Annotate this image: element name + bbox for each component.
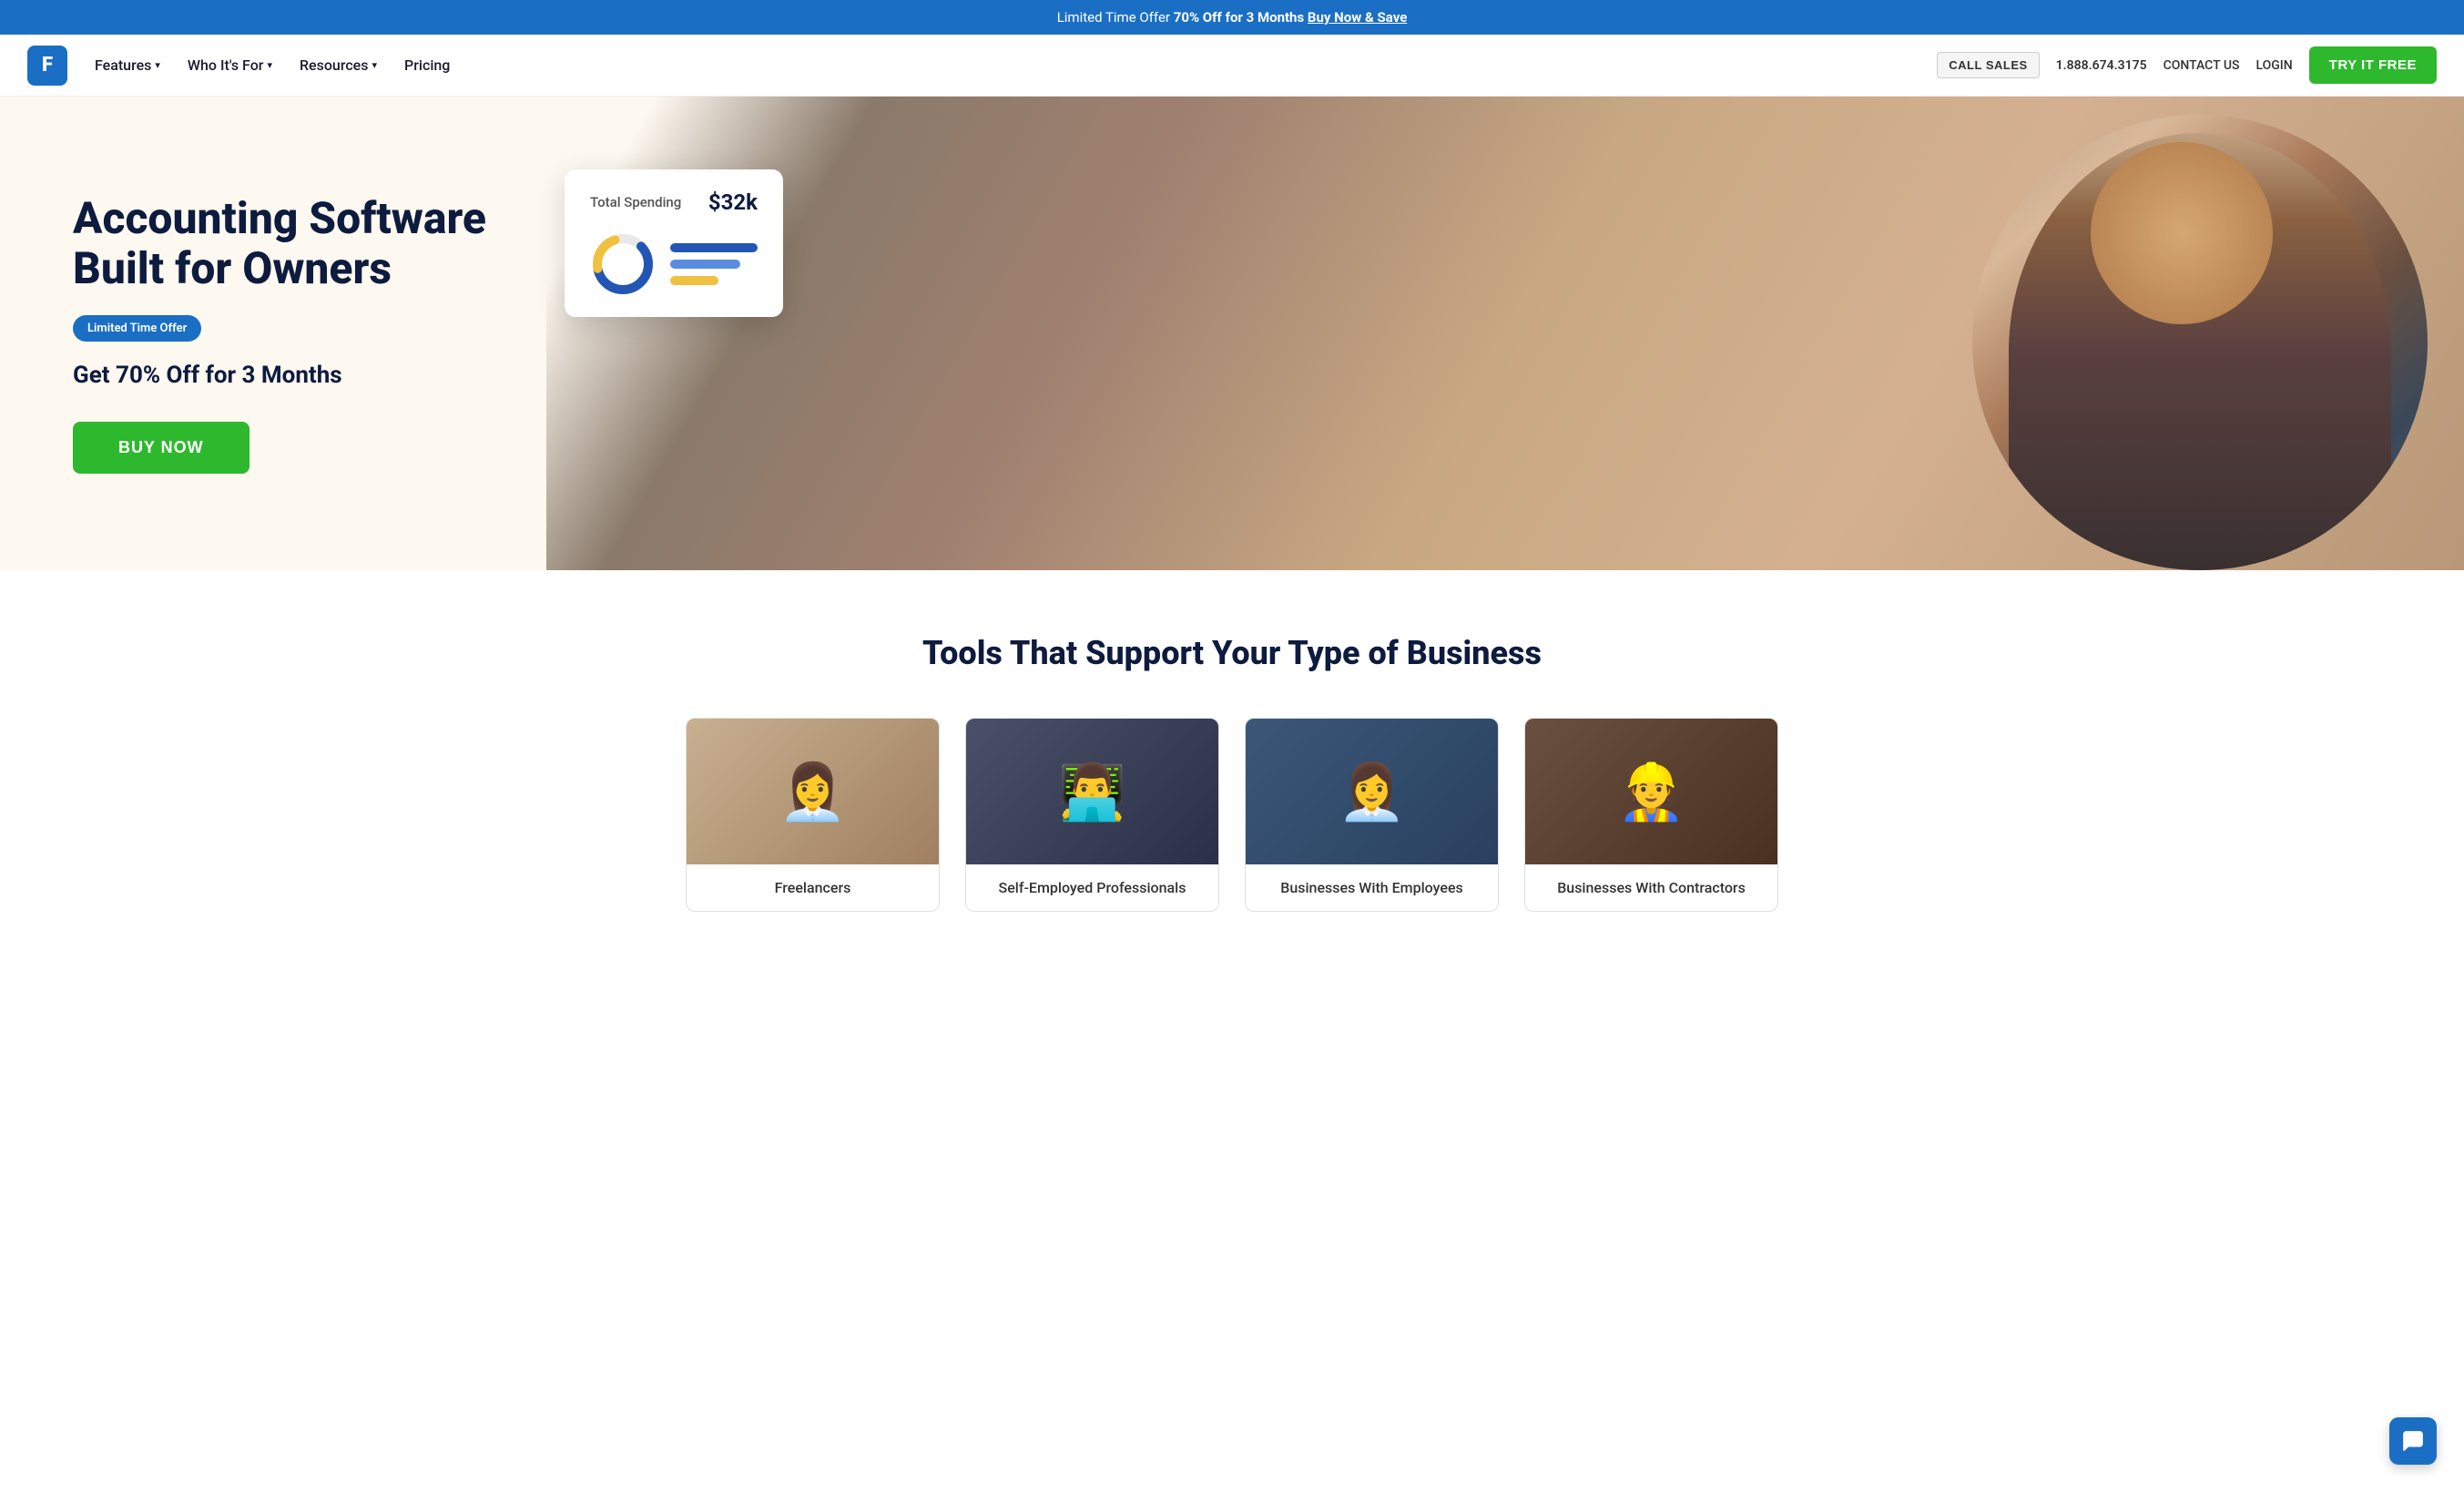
self-employed-label: Self-Employed Professionals: [966, 864, 1218, 911]
resources-chevron-icon: ▾: [372, 59, 377, 71]
nav-links: Features ▾ Who It's For ▾ Resources ▾ Pr…: [95, 56, 1937, 74]
businesses-contractors-image-icon: 👷: [1617, 760, 1685, 824]
nav-features[interactable]: Features ▾: [95, 56, 160, 74]
who-chevron-icon: ▾: [267, 59, 272, 71]
chart-bar-2: [670, 260, 740, 269]
main-nav: F Features ▾ Who It's For ▾ Resources ▾ …: [0, 35, 2464, 97]
spending-amount: $32k: [708, 189, 758, 215]
businesses-contractors-image: 👷: [1525, 719, 1777, 864]
chat-icon: [2401, 1429, 2425, 1453]
tool-card-businesses-employees[interactable]: 👩‍💼 Businesses With Employees: [1245, 718, 1499, 912]
limited-offer-badge: Limited Time Offer: [73, 315, 201, 342]
hero-image-container: [546, 97, 2464, 570]
contact-us-link[interactable]: CONTACT US: [2164, 58, 2240, 73]
freelancers-image-icon: 👩‍💼: [779, 760, 847, 824]
banner-link[interactable]: Buy Now & Save: [1308, 9, 1407, 26]
call-sales-button[interactable]: CALL SALES: [1937, 52, 2039, 78]
phone-number: 1.888.674.3175: [2056, 58, 2147, 73]
spending-label: Total Spending: [590, 194, 681, 210]
promo-banner: Limited Time Offer 70% Off for 3 Months …: [0, 0, 2464, 35]
self-employed-image-icon: 👨‍💻: [1058, 760, 1126, 824]
businesses-contractors-label: Businesses With Contractors: [1525, 864, 1777, 911]
businesses-employees-label: Businesses With Employees: [1246, 864, 1498, 911]
try-free-button[interactable]: TRY IT FREE: [2309, 46, 2437, 84]
hero-circle-image: [1972, 115, 2428, 570]
features-chevron-icon: ▾: [155, 59, 160, 71]
logo[interactable]: F: [27, 46, 67, 86]
chart-bar-3: [670, 276, 718, 285]
hero-right: Total Spending $32k: [546, 97, 2464, 570]
freelancers-image: 👩‍💼: [687, 719, 939, 864]
chart-bar-1: [670, 243, 758, 252]
nav-who-its-for[interactable]: Who It's For ▾: [188, 56, 272, 74]
tools-grid: 👩‍💼 Freelancers 👨‍💻 Self-Employed Profes…: [686, 718, 1778, 912]
banner-bold: 70% Off for 3 Months: [1174, 9, 1304, 26]
login-link[interactable]: LOGIN: [2255, 58, 2292, 73]
freelancers-label: Freelancers: [687, 864, 939, 911]
spending-card: Total Spending $32k: [565, 169, 783, 317]
tools-section: Tools That Support Your Type of Business…: [0, 570, 2464, 976]
self-employed-image: 👨‍💻: [966, 719, 1218, 864]
hero-offer-text: Get 70% Off for 3 Months: [73, 362, 492, 389]
tool-card-businesses-contractors[interactable]: 👷 Businesses With Contractors: [1524, 718, 1778, 912]
businesses-employees-image: 👩‍💼: [1246, 719, 1498, 864]
nav-resources[interactable]: Resources ▾: [300, 56, 377, 74]
spending-card-body: [590, 231, 758, 297]
hero-left: Accounting Software Built for Owners Lim…: [0, 138, 546, 528]
spending-card-header: Total Spending $32k: [590, 189, 758, 215]
tool-card-freelancers[interactable]: 👩‍💼 Freelancers: [686, 718, 940, 912]
nav-pricing[interactable]: Pricing: [404, 56, 450, 74]
businesses-employees-image-icon: 👩‍💼: [1338, 760, 1406, 824]
chart-bars: [670, 243, 758, 285]
person-head-shape: [2091, 142, 2273, 324]
tools-section-title: Tools That Support Your Type of Business: [73, 634, 2391, 672]
nav-right: CALL SALES 1.888.674.3175 CONTACT US LOG…: [1937, 46, 2437, 84]
hero-title: Accounting Software Built for Owners: [73, 193, 492, 293]
banner-prefix: Limited Time Offer: [1057, 9, 1170, 26]
hero-section: Accounting Software Built for Owners Lim…: [0, 97, 2464, 570]
buy-now-button[interactable]: BUY NOW: [73, 422, 249, 474]
chat-button[interactable]: [2389, 1417, 2437, 1465]
tool-card-self-employed[interactable]: 👨‍💻 Self-Employed Professionals: [965, 718, 1219, 912]
donut-chart-icon: [590, 231, 656, 297]
